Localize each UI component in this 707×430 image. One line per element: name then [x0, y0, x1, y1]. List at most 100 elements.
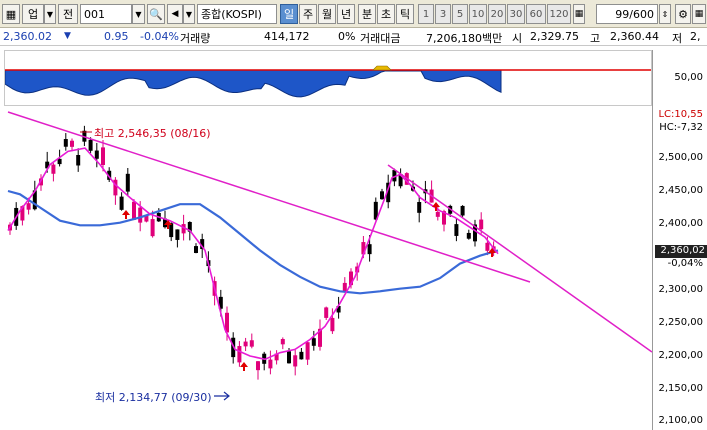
price-axis: LC:10,55 HC:-7,32 2,500,00 2,450,00 2,40…	[652, 106, 707, 430]
candle-body	[175, 229, 180, 240]
candle-body	[88, 139, 93, 151]
candle-body	[94, 150, 99, 159]
main-chart-pane[interactable]: 최고 2,546,35 (08/16) 최저 2,134,77 (09/30)	[0, 110, 653, 430]
y-tick: 2,450,00	[658, 185, 703, 196]
low-label: 저	[672, 32, 683, 45]
interval-120-button[interactable]: 120	[547, 4, 571, 24]
market-type-dropdown-icon[interactable]: ▼	[44, 4, 56, 24]
speaker-icon[interactable]: ◀	[167, 4, 183, 24]
indicator-area	[4, 69, 502, 98]
interval-1-button[interactable]: 1	[418, 4, 434, 24]
y-tick: 2,500,00	[658, 152, 703, 163]
low-annotation-arrow-icon	[214, 391, 230, 401]
candle-body	[280, 339, 285, 345]
buy-signal-marker	[122, 210, 130, 219]
candle-body	[435, 211, 440, 217]
candle-body	[256, 361, 260, 371]
candle-body	[485, 242, 490, 251]
candle-body	[324, 307, 329, 318]
candlestick-series	[8, 125, 496, 380]
candle-body	[63, 139, 68, 147]
indicator-chart	[4, 65, 651, 98]
period-second-button[interactable]: 초	[377, 4, 395, 24]
indicator-axis: 50,00	[652, 50, 707, 106]
high-label: 고	[590, 32, 601, 45]
candle-body	[417, 202, 422, 213]
candle-body	[287, 351, 291, 364]
price-change-pct: -0.04%	[140, 30, 179, 43]
candle-body	[330, 317, 335, 332]
candle-body	[101, 147, 105, 165]
indicator-axis-label: 50,00	[674, 72, 703, 83]
indicator-peak-marker	[372, 65, 392, 71]
period-week-button[interactable]: 주	[299, 4, 317, 24]
interval-60-button[interactable]: 60	[526, 4, 546, 24]
interval-5-button[interactable]: 5	[452, 4, 468, 24]
y-tick: 2,300,00	[658, 284, 703, 295]
code-dropdown-icon[interactable]: ▼	[132, 4, 145, 24]
count-display[interactable]: 99/600	[596, 4, 658, 24]
candle-body	[249, 340, 254, 347]
volume-pct: 0%	[338, 30, 356, 43]
price-chart	[7, 111, 653, 401]
candle-body	[169, 223, 174, 238]
grid-toggle-icon[interactable]: ▦	[692, 4, 706, 24]
market-type-button[interactable]: 업	[22, 4, 44, 24]
price-down-arrow-icon: ▼	[64, 31, 71, 41]
current-price-label: 2,360,02	[655, 245, 707, 258]
amount-value: 7,206,180백만	[426, 32, 503, 45]
candle-body	[237, 346, 242, 363]
y-tick: 2,400,00	[658, 218, 703, 229]
amount-label: 거래대금	[360, 32, 401, 45]
period-day-button[interactable]: 일	[280, 4, 298, 24]
price-info-bar: 2,360.02 ▼ 0.95 -0.04% 거래량 414,172 0% 거래…	[0, 28, 707, 46]
interval-30-button[interactable]: 30	[507, 4, 525, 24]
candle-body	[479, 219, 484, 230]
moving-average-short-line	[7, 147, 499, 361]
candle-body	[305, 342, 310, 360]
hc-label: HC:-7,32	[659, 122, 703, 133]
interval-20-button[interactable]: 20	[488, 4, 506, 24]
candle-body	[380, 191, 384, 200]
settings-icon[interactable]: ⚙	[675, 4, 691, 24]
candle-body	[119, 196, 124, 210]
period-year-button[interactable]: 년	[337, 4, 355, 24]
buy-signal-marker	[240, 362, 248, 371]
candle-body	[454, 224, 459, 236]
grid-menu-icon[interactable]: ▦	[2, 4, 20, 24]
candle-body	[57, 158, 62, 165]
period-tick-button[interactable]: 틱	[396, 4, 414, 24]
lc-label: LC:10,55	[658, 109, 703, 120]
count-spinner-icon[interactable]: ⇕	[659, 4, 671, 24]
volume-label: 거래량	[180, 32, 211, 45]
candle-body	[26, 203, 31, 210]
index-name-field: 종합(KOSPI)	[197, 4, 277, 24]
price-change: 0.95	[104, 30, 129, 43]
code-input[interactable]: 001	[80, 4, 132, 24]
current-pct-label: -0,04%	[667, 258, 703, 269]
speaker-dropdown-icon[interactable]: ▼	[183, 4, 195, 24]
high-value: 2,360.44	[610, 30, 659, 43]
candle-body	[70, 140, 74, 147]
candle-body	[125, 173, 130, 192]
interval-more-icon[interactable]: ▦	[573, 4, 585, 24]
search-icon[interactable]: 🔍	[147, 4, 165, 24]
candle-body	[367, 244, 372, 255]
candle-body	[311, 338, 316, 346]
toolbar: ▦ 업 ▼ 전 001 ▼ 🔍 ◀ ▼ 종합(KOSPI) 일 주 월 년 분 …	[0, 0, 707, 28]
candle-body	[76, 154, 81, 166]
open-value: 2,329.75	[530, 30, 579, 43]
volume-value: 414,172	[264, 30, 310, 43]
interval-3-button[interactable]: 3	[435, 4, 451, 24]
indicator-pane[interactable]	[4, 50, 652, 106]
current-price: 2,360.02	[3, 30, 52, 43]
candle-body	[460, 205, 465, 216]
candle-body	[138, 207, 143, 223]
period-minute-button[interactable]: 분	[358, 4, 376, 24]
open-label: 시	[512, 32, 523, 45]
low-annotation: 최저 2,134,77 (09/30)	[95, 391, 212, 404]
period-month-button[interactable]: 월	[318, 4, 336, 24]
market-prev-button[interactable]: 전	[58, 4, 78, 24]
candle-body	[51, 164, 56, 174]
interval-10-button[interactable]: 10	[469, 4, 487, 24]
